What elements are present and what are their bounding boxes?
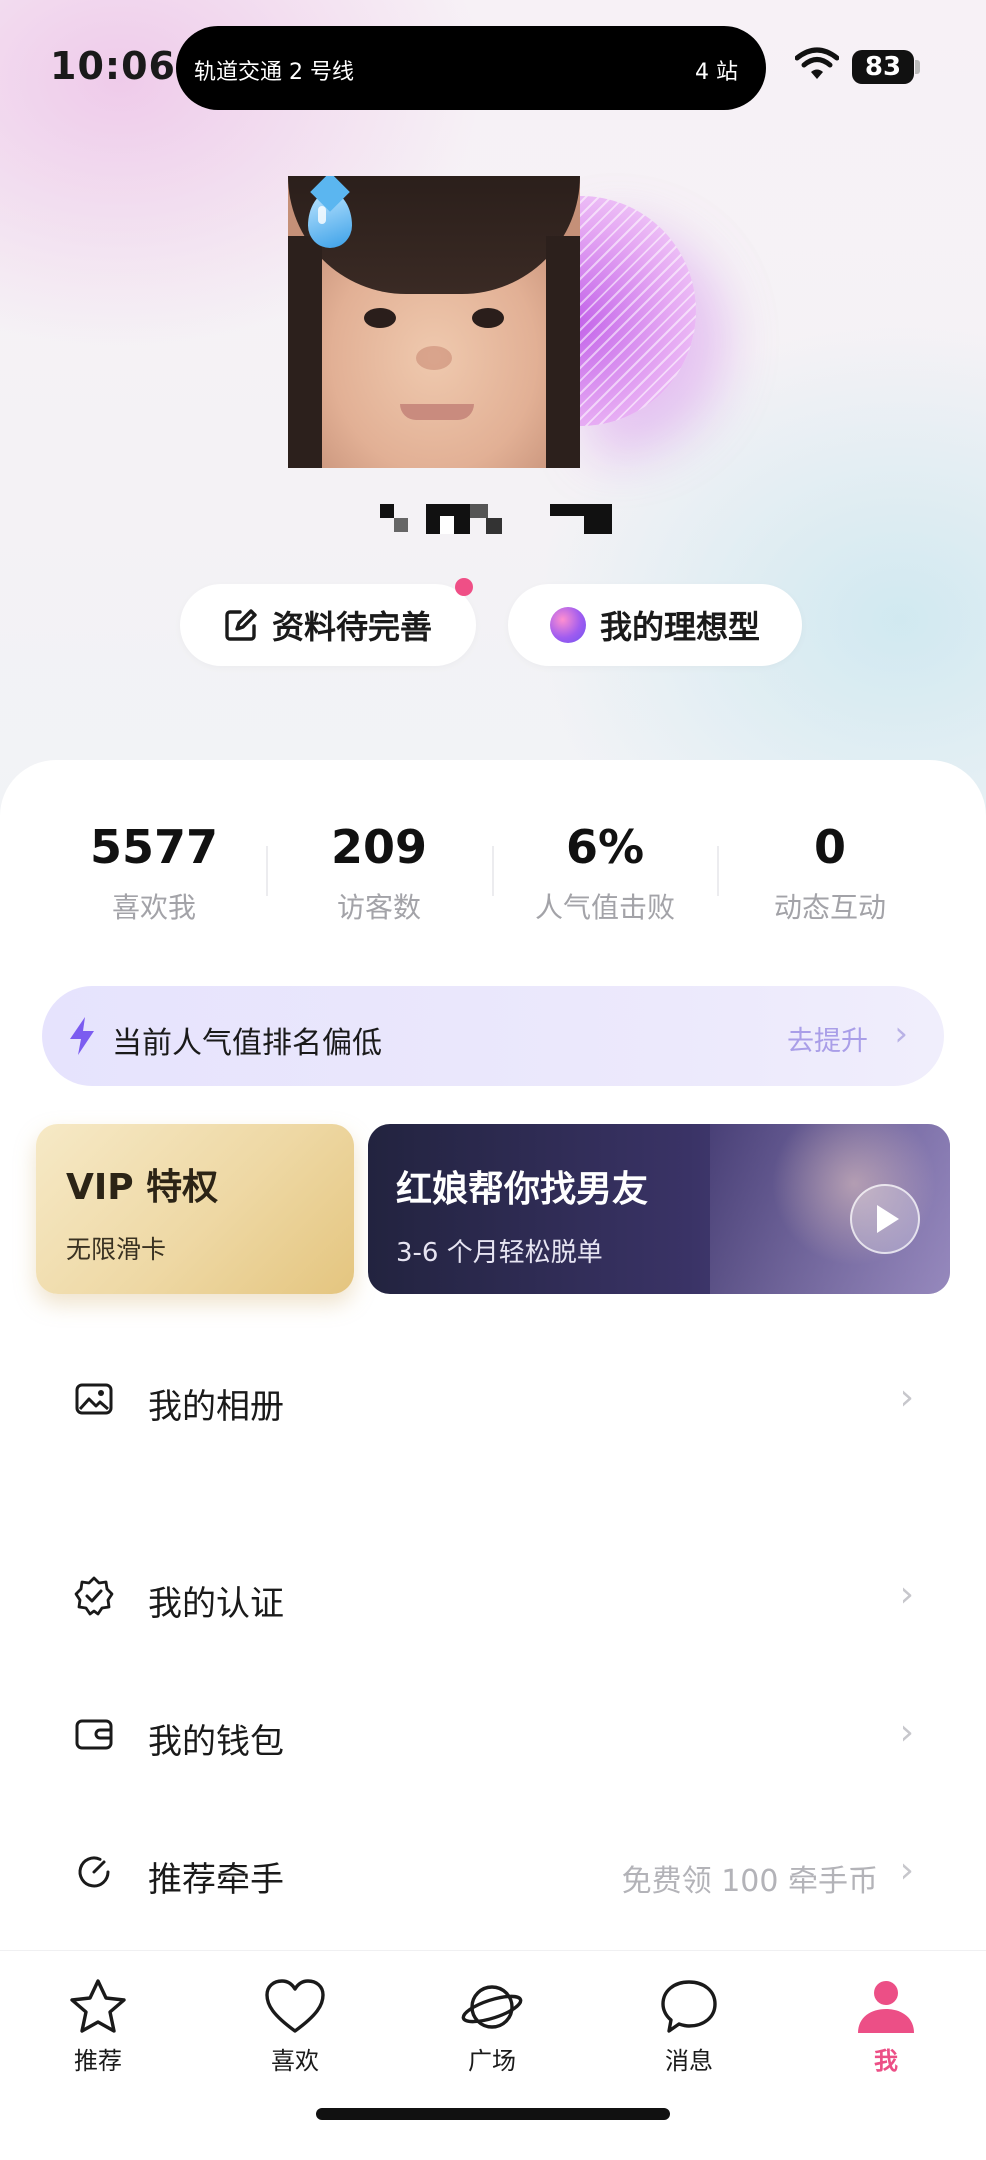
menu-item-label: 我的相册 xyxy=(148,1387,284,1427)
avatar-mouth xyxy=(400,404,474,420)
avatar-hair-left xyxy=(288,236,322,468)
person-icon xyxy=(858,1981,914,2033)
battery-tip xyxy=(915,60,920,74)
tab-label: 喜欢 xyxy=(271,2047,319,2075)
stat-divider xyxy=(266,846,268,896)
ideal-type-button[interactable]: 我的理想型 xyxy=(508,584,802,666)
tab-label: 推荐 xyxy=(74,2047,122,2075)
wallet-icon xyxy=(75,1719,113,1750)
edit-profile-label: 资料待完善 xyxy=(271,608,432,646)
stat-label: 喜欢我 xyxy=(111,891,196,924)
avatar[interactable] xyxy=(288,176,580,468)
stat-likes-me[interactable]: 5577 喜欢我 xyxy=(31,820,277,926)
tab-label: 消息 xyxy=(665,2047,713,2075)
planet-icon xyxy=(461,1985,523,2029)
menu-item-referral[interactable]: 推荐牵手 免费领 100 牵手币 › xyxy=(36,1812,950,1932)
menu-item-verification[interactable]: 我的认证 › xyxy=(36,1536,950,1656)
chat-bubble-icon xyxy=(661,1980,717,2033)
avatar-nose xyxy=(416,346,452,370)
tab-likes[interactable]: 喜欢 xyxy=(235,1951,355,2076)
tab-label: 广场 xyxy=(468,2047,516,2075)
boost-link[interactable]: 去提升 xyxy=(787,1019,868,1058)
stat-interactions[interactable]: 0 动态互动 xyxy=(707,820,953,926)
album-card: 我的相册 › xyxy=(36,1330,950,1468)
edit-icon xyxy=(225,609,257,641)
notification-dot xyxy=(455,578,473,596)
battery-icon: 83 xyxy=(852,50,914,84)
image-icon xyxy=(75,1383,113,1415)
tab-label: 我 xyxy=(874,2047,898,2075)
stat-visitors[interactable]: 209 访客数 xyxy=(256,820,502,926)
ideal-type-icon xyxy=(549,607,586,643)
avatar-eye-right xyxy=(472,308,504,328)
lightning-icon xyxy=(70,1017,94,1055)
chevron-right-icon: › xyxy=(894,1014,908,1054)
tab-square[interactable]: 广场 xyxy=(432,1951,552,2076)
chevron-right-icon: › xyxy=(899,1712,914,1753)
heart-icon xyxy=(265,1979,325,2033)
stat-label: 人气值击败 xyxy=(534,891,675,924)
matchmaker-title: 红娘帮你找男友 xyxy=(396,1169,649,1210)
tab-messages[interactable]: 消息 xyxy=(629,1951,749,2076)
avatar-eye-left xyxy=(364,308,396,328)
menu-item-album[interactable]: 我的相册 › xyxy=(36,1339,950,1459)
status-time: 10:06 xyxy=(50,44,176,88)
ideal-type-label: 我的理想型 xyxy=(599,608,760,646)
stat-value: 5577 xyxy=(89,820,219,874)
stat-label: 访客数 xyxy=(336,891,421,924)
matchmaker-card[interactable]: 红娘帮你找男友 3-6 个月轻松脱单 xyxy=(368,1124,950,1294)
play-icon[interactable] xyxy=(850,1184,920,1254)
vip-title: VIP 特权 xyxy=(66,1167,219,1208)
settings-list-card: 我的认证 › 我的钱包 › 推荐牵手 免费领 100 牵手币 › xyxy=(36,1506,950,1966)
refresh-icon xyxy=(78,1856,110,1888)
vip-subtitle: 无限滑卡 xyxy=(66,1235,167,1264)
stat-popularity[interactable]: 6% 人气值击败 xyxy=(482,820,728,926)
matchmaker-subtitle: 3-6 个月轻松脱单 xyxy=(396,1238,603,1268)
home-indicator[interactable] xyxy=(316,2108,670,2120)
menu-item-label: 我的钱包 xyxy=(148,1722,284,1762)
rank-banner-text: 当前人气值排名偏低 xyxy=(112,1026,382,1061)
vip-privilege-card[interactable]: VIP 特权 无限滑卡 xyxy=(36,1124,354,1294)
live-activity[interactable]: 轨道交通 2 号线 4 站 xyxy=(176,26,766,110)
star-icon xyxy=(70,1979,126,2033)
avatar-hair-right xyxy=(546,236,580,468)
menu-item-label: 推荐牵手 xyxy=(148,1860,284,1900)
live-activity-line: 轨道交通 2 号线 xyxy=(194,60,354,85)
live-activity-stops: 4 站 xyxy=(695,60,738,85)
stat-divider xyxy=(717,846,719,896)
stat-divider xyxy=(492,846,494,896)
stat-value: 0 xyxy=(813,820,846,874)
tab-recommend[interactable]: 推荐 xyxy=(38,1951,158,2076)
referral-reward-text: 免费领 100 牵手币 xyxy=(621,1864,878,1899)
menu-item-wallet[interactable]: 我的钱包 › xyxy=(36,1674,950,1794)
chevron-right-icon: › xyxy=(899,1377,914,1418)
stat-label: 动态互动 xyxy=(773,891,886,924)
edit-profile-button[interactable]: 资料待完善 xyxy=(180,584,476,666)
stat-value: 209 xyxy=(330,820,428,874)
badge-check-icon xyxy=(74,1576,114,1616)
tab-me[interactable]: 我 xyxy=(826,1951,946,2076)
chevron-right-icon: › xyxy=(899,1850,914,1891)
nickname-redacted xyxy=(380,504,612,534)
menu-item-label: 我的认证 xyxy=(148,1584,284,1624)
popularity-rank-banner[interactable]: 当前人气值排名偏低 去提升 › xyxy=(42,986,944,1086)
chevron-right-icon: › xyxy=(899,1574,914,1615)
stat-value: 6% xyxy=(565,820,645,874)
wifi-icon xyxy=(795,47,839,79)
